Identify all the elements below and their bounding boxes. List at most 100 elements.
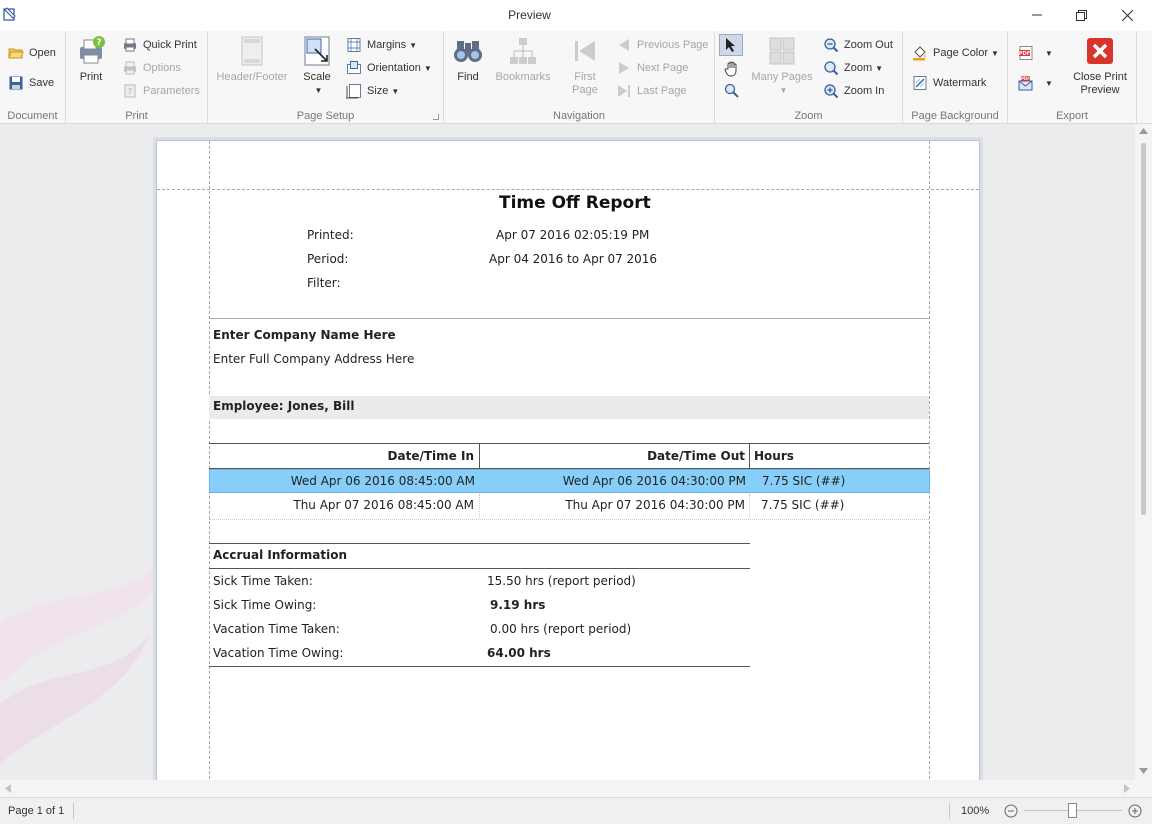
ribbon: Open Save Document ? Print Quick Print O…: [0, 31, 1152, 124]
sick-owing-value: 9.19 hrs: [490, 598, 546, 612]
many-pages-button[interactable]: Many Pages ▼: [749, 35, 815, 97]
horizontal-scrollbar[interactable]: [0, 780, 1152, 797]
previous-page-button[interactable]: Previous Page: [616, 36, 709, 54]
print-button[interactable]: ? Print: [72, 35, 110, 84]
last-page-button[interactable]: Last Page: [616, 82, 687, 100]
close-print-preview-button[interactable]: Close Print Preview: [1068, 35, 1132, 97]
minimize-icon: [1032, 14, 1042, 16]
row-1-time-out: Wed Apr 06 2016 04:30:00 PM: [562, 474, 746, 488]
vertical-scroll-thumb[interactable]: [1141, 143, 1146, 515]
parameters-icon: ?: [124, 84, 136, 98]
cell-divider: [479, 494, 480, 518]
zoom-out-slider-button[interactable]: [1004, 804, 1018, 818]
orientation-button[interactable]: Orientation ▼: [346, 59, 432, 77]
column-header-out: Date/Time Out: [647, 449, 745, 463]
hand-tool-button[interactable]: [723, 60, 741, 78]
options-button[interactable]: Options: [122, 59, 181, 77]
table-top-border: [209, 443, 929, 444]
svg-text:?: ?: [128, 87, 132, 96]
open-label: Open: [29, 47, 56, 59]
table-row[interactable]: Wed Apr 06 2016 08:45:00 AM Wed Apr 06 2…: [209, 469, 930, 493]
scale-button[interactable]: Scale ▼: [298, 35, 336, 97]
many-pages-label: Many Pages: [751, 71, 813, 83]
pointer-tool-button[interactable]: [719, 34, 743, 56]
open-button[interactable]: Open: [8, 44, 56, 62]
plus-circle-icon: [1128, 804, 1142, 818]
export-dropdown-icon: ▼: [1045, 48, 1053, 58]
bookmarks-button[interactable]: Bookmarks: [494, 35, 552, 84]
zoom-in-button[interactable]: Zoom In: [823, 82, 884, 100]
svg-text:PDF: PDF: [1019, 51, 1030, 57]
find-button[interactable]: Find: [450, 35, 486, 84]
size-label: Size: [367, 85, 389, 97]
header-footer-icon: [241, 36, 263, 66]
page-size-icon: [346, 84, 361, 99]
zoom-dropdown-icon: ▼: [875, 63, 884, 73]
preview-area[interactable]: Time Off Report Printed: Apr 07 2016 02:…: [0, 124, 1135, 780]
accrual-header-border: [209, 568, 750, 569]
group-label-page-setup: Page Setup: [296, 110, 355, 122]
company-name: Enter Company Name Here: [213, 328, 396, 342]
close-window-button[interactable]: [1104, 0, 1150, 30]
scroll-up-icon[interactable]: [1139, 128, 1148, 134]
options-label: Options: [143, 62, 181, 74]
send-pdf-icon: PDF: [1018, 76, 1033, 91]
close-preview-label-1: Close Print: [1073, 71, 1127, 83]
previous-page-label: Previous Page: [637, 39, 709, 51]
zoom-level: 100%: [961, 805, 990, 817]
scroll-left-icon[interactable]: [5, 784, 11, 793]
magnifier-tool-button[interactable]: [724, 83, 740, 99]
export-pdf-button[interactable]: PDF ▼: [1018, 44, 1053, 62]
save-label: Save: [29, 77, 55, 89]
zoom-slider-thumb[interactable]: [1068, 803, 1077, 818]
sick-taken-label: Sick Time Taken:: [213, 574, 313, 588]
scale-dropdown-icon: ▼: [314, 86, 323, 95]
group-label-navigation: Navigation: [553, 110, 605, 122]
next-page-icon: [619, 62, 629, 74]
watermark-icon: [913, 76, 927, 90]
orientation-icon: [347, 61, 361, 74]
svg-text:PDF: PDF: [1021, 76, 1030, 81]
row-1-hours: 7.75 SIC (##): [762, 474, 846, 488]
status-bar: Page 1 of 1 100%: [0, 797, 1152, 824]
period-value: Apr 04 2016 to Apr 07 2016: [489, 252, 658, 266]
size-button[interactable]: Size ▼: [346, 82, 399, 100]
period-label: Period:: [307, 252, 349, 266]
vacation-taken-value: 0.00 hrs (report period): [490, 622, 632, 636]
close-preview-label-2: Preview: [1080, 84, 1120, 96]
row-2-time-in: Thu Apr 07 2016 08:45:00 AM: [293, 498, 474, 512]
group-print: ? Print Quick Print Options ? Parameters…: [66, 31, 208, 124]
scroll-right-icon[interactable]: [1124, 784, 1130, 793]
zoom-button[interactable]: Zoom ▼: [823, 59, 883, 77]
page-color-button[interactable]: Page Color ▼: [912, 44, 999, 62]
header-footer-button[interactable]: Header/Footer: [214, 35, 290, 84]
zoom-in-slider-button[interactable]: [1128, 804, 1142, 818]
table-row[interactable]: Thu Apr 07 2016 08:45:00 AM Thu Apr 07 2…: [209, 494, 929, 519]
margins-button[interactable]: Margins ▼: [346, 36, 417, 54]
minimize-button[interactable]: [1014, 0, 1060, 30]
restore-button[interactable]: [1058, 0, 1104, 30]
pdf-file-icon: PDF: [1019, 46, 1033, 60]
scroll-down-icon[interactable]: [1139, 768, 1148, 774]
group-label-page-background: Page Background: [911, 110, 999, 122]
group-page-setup: Header/Footer Scale ▼ Margins ▼ Orientati…: [208, 31, 444, 124]
send-pdf-button[interactable]: PDF ▼: [1018, 74, 1053, 92]
scale-icon: [304, 36, 330, 66]
vertical-scrollbar[interactable]: [1135, 124, 1152, 780]
first-page-button[interactable]: First Page: [564, 35, 606, 97]
vacation-owing-label: Vacation Time Owing:: [213, 646, 344, 660]
next-page-button[interactable]: Next Page: [616, 59, 688, 77]
zoom-out-button[interactable]: Zoom Out: [823, 36, 893, 54]
sick-taken-value: 15.50 hrs (report period): [487, 574, 636, 588]
page-setup-launcher-icon[interactable]: [433, 114, 439, 120]
parameters-button[interactable]: ? Parameters: [122, 82, 200, 100]
quick-print-button[interactable]: Quick Print: [122, 36, 197, 54]
watermark-button[interactable]: Watermark: [912, 74, 986, 92]
header-footer-label: Header/Footer: [216, 71, 288, 83]
vacation-taken-label: Vacation Time Taken:: [213, 622, 340, 636]
save-button[interactable]: Save: [8, 74, 54, 92]
last-page-icon: [618, 85, 630, 97]
report-page: Time Off Report Printed: Apr 07 2016 02:…: [156, 140, 980, 780]
restore-icon: [1075, 9, 1087, 21]
pointer-icon: [726, 38, 735, 52]
